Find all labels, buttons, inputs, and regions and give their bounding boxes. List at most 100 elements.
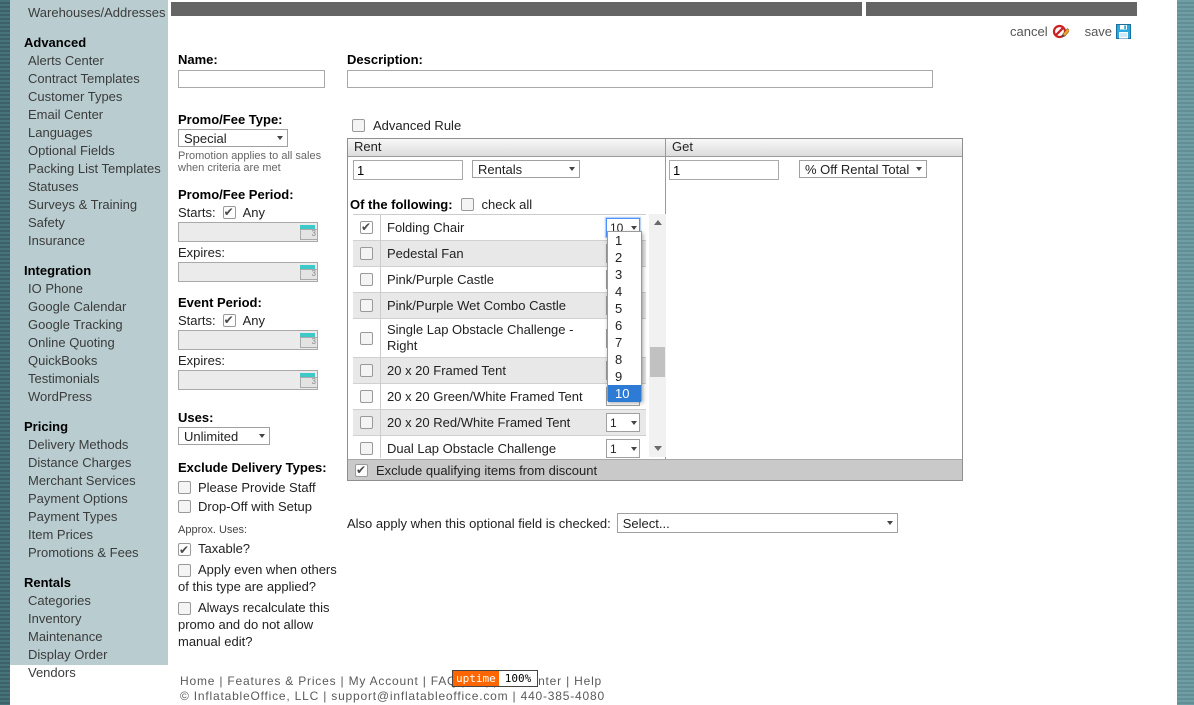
- get-qty-input[interactable]: [669, 160, 779, 180]
- item-checkbox[interactable]: [360, 332, 373, 345]
- sidebar-item-display-order[interactable]: Display Order: [10, 646, 168, 664]
- sidebar-item-google-tracking[interactable]: Google Tracking: [10, 316, 168, 334]
- uptime-badge[interactable]: uptime 100%: [452, 670, 538, 687]
- item-checkbox-cell: [353, 215, 381, 240]
- footer-link-my-account[interactable]: My Account: [349, 674, 419, 688]
- qty-option-4[interactable]: 4: [608, 283, 641, 300]
- qty-option-2[interactable]: 2: [608, 249, 641, 266]
- starts-date-input[interactable]: [178, 222, 318, 242]
- footer-link-home[interactable]: Home: [180, 674, 215, 688]
- sidebar-item-insurance[interactable]: Insurance: [10, 232, 168, 250]
- item-checkbox-cell: [353, 384, 381, 409]
- exclude-delivery-label: Exclude Delivery Types:: [178, 460, 342, 476]
- sidebar-item-alerts-center[interactable]: Alerts Center: [10, 52, 168, 70]
- item-checkbox[interactable]: [360, 221, 373, 234]
- rent-type-select[interactable]: Rentals: [472, 160, 580, 178]
- item-qty-select[interactable]: 1: [606, 413, 640, 432]
- sidebar-item-vendors[interactable]: Vendors: [10, 664, 168, 682]
- save-button[interactable]: save: [1085, 24, 1131, 39]
- uses-select[interactable]: Unlimited: [178, 427, 270, 445]
- sidebar-item-statuses[interactable]: Statuses: [10, 178, 168, 196]
- promo-type-select[interactable]: Special: [178, 129, 288, 147]
- check-all-checkbox[interactable]: [461, 198, 474, 211]
- item-checkbox[interactable]: [360, 273, 373, 286]
- item-qty-select[interactable]: 1: [606, 439, 640, 458]
- sidebar-item-packing-list-templates[interactable]: Packing List Templates: [10, 160, 168, 178]
- any-checkbox[interactable]: [223, 314, 236, 327]
- qty-option-5[interactable]: 5: [608, 300, 641, 317]
- qty-option-7[interactable]: 7: [608, 334, 641, 351]
- item-checkbox[interactable]: [360, 364, 373, 377]
- delivery-option-label: Drop-Off with Setup: [198, 499, 312, 514]
- sidebar-item-email-center[interactable]: Email Center: [10, 106, 168, 124]
- sidebar-item-maintenance[interactable]: Maintenance: [10, 628, 168, 646]
- starts-date-input[interactable]: [178, 330, 318, 350]
- save-icon: [1116, 24, 1131, 39]
- expires-date-input[interactable]: [178, 370, 318, 390]
- sidebar-item-quickbooks[interactable]: QuickBooks: [10, 352, 168, 370]
- sidebar-item-inventory[interactable]: Inventory: [10, 610, 168, 628]
- scrollbar-thumb[interactable]: [650, 347, 665, 377]
- flag-checkbox-always-recalculate-this[interactable]: [178, 602, 191, 615]
- cancel-button[interactable]: cancel: [1010, 23, 1069, 40]
- item-checkbox[interactable]: [360, 299, 373, 312]
- rent-type-value: Rentals: [478, 162, 522, 177]
- sidebar-item-warehouses-addresses[interactable]: Warehouses/Addresses: [10, 4, 168, 22]
- sidebar-item-google-calendar[interactable]: Google Calendar: [10, 298, 168, 316]
- sidebar-item-optional-fields[interactable]: Optional Fields: [10, 142, 168, 160]
- qty-option-6[interactable]: 6: [608, 317, 641, 334]
- name-input[interactable]: [178, 70, 325, 88]
- delivery-checkbox-drop-off-with-setup[interactable]: [178, 500, 191, 513]
- sidebar-item-languages[interactable]: Languages: [10, 124, 168, 142]
- promo-type-label: Promo/Fee Type:: [178, 112, 342, 127]
- sidebar-item-delivery-methods[interactable]: Delivery Methods: [10, 436, 168, 454]
- sidebar-item-contract-templates[interactable]: Contract Templates: [10, 70, 168, 88]
- item-checkbox[interactable]: [360, 390, 373, 403]
- description-input[interactable]: [347, 70, 933, 88]
- sidebar-item-safety[interactable]: Safety: [10, 214, 168, 232]
- sidebar-item-payment-types[interactable]: Payment Types: [10, 508, 168, 526]
- sidebar-item-payment-options[interactable]: Payment Options: [10, 490, 168, 508]
- calendar-icon[interactable]: [300, 224, 315, 239]
- item-checkbox[interactable]: [360, 416, 373, 429]
- sidebar-item-customer-types[interactable]: Customer Types: [10, 88, 168, 106]
- qty-option-8[interactable]: 8: [608, 351, 641, 368]
- exclude-qualifying-checkbox[interactable]: [355, 464, 368, 477]
- sidebar-item-promotions-fees[interactable]: Promotions & Fees: [10, 544, 168, 562]
- rent-qty-input[interactable]: [353, 160, 463, 180]
- sidebar-item-wordpress[interactable]: WordPress: [10, 388, 168, 406]
- calendar-icon[interactable]: [300, 264, 315, 279]
- optional-field-select[interactable]: Select...: [617, 513, 898, 533]
- sidebar-item-online-quoting[interactable]: Online Quoting: [10, 334, 168, 352]
- qty-option-1[interactable]: 1: [608, 232, 641, 249]
- scroll-up-icon[interactable]: [649, 214, 666, 231]
- footer-link-help[interactable]: Help: [574, 674, 602, 688]
- sidebar-item-item-prices[interactable]: Item Prices: [10, 526, 168, 544]
- sidebar-item-categories[interactable]: Categories: [10, 592, 168, 610]
- item-checkbox[interactable]: [360, 247, 373, 260]
- sidebar-item-io-phone[interactable]: IO Phone: [10, 280, 168, 298]
- separator: |: [562, 674, 574, 688]
- qty-option-9[interactable]: 9: [608, 368, 641, 385]
- qty-option-10[interactable]: 10: [608, 385, 641, 402]
- delivery-checkbox-please-provide-staff[interactable]: [178, 481, 191, 494]
- get-type-select[interactable]: % Off Rental Total: [799, 160, 927, 178]
- any-checkbox[interactable]: [223, 206, 236, 219]
- sidebar-item-testimonials[interactable]: Testimonials: [10, 370, 168, 388]
- item-checkbox[interactable]: [360, 442, 373, 455]
- uses-label: Uses:: [178, 410, 342, 425]
- qty-option-3[interactable]: 3: [608, 266, 641, 283]
- calendar-icon[interactable]: [300, 372, 315, 387]
- flag-checkbox-apply-even-when[interactable]: [178, 564, 191, 577]
- expires-date-input[interactable]: [178, 262, 318, 282]
- list-scrollbar[interactable]: [649, 214, 666, 457]
- support-email-link[interactable]: support@inflatableoffice.com: [331, 689, 508, 703]
- calendar-icon[interactable]: [300, 332, 315, 347]
- sidebar-item-merchant-services[interactable]: Merchant Services: [10, 472, 168, 490]
- advanced-rule-checkbox[interactable]: [352, 119, 365, 132]
- sidebar-item-surveys-training[interactable]: Surveys & Training: [10, 196, 168, 214]
- footer-link-features-prices[interactable]: Features & Prices: [227, 674, 336, 688]
- sidebar-item-distance-charges[interactable]: Distance Charges: [10, 454, 168, 472]
- flag-checkbox-taxable[interactable]: [178, 543, 191, 556]
- scroll-down-icon[interactable]: [649, 440, 666, 457]
